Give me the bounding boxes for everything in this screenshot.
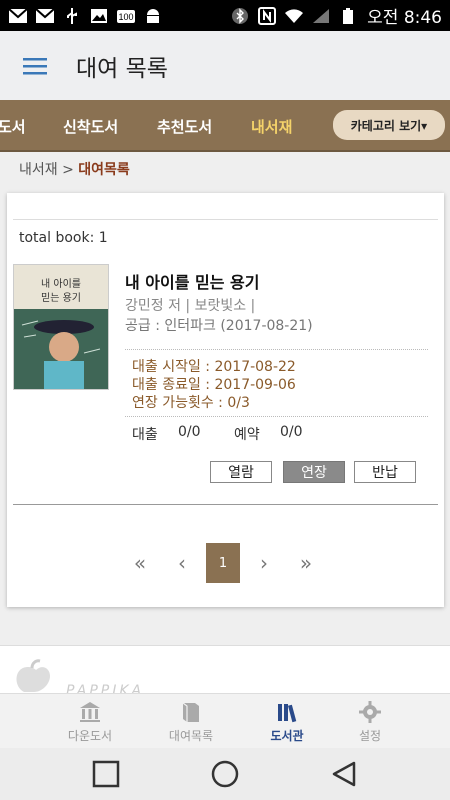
tab-downloads[interactable]: 다운도서 <box>50 694 130 749</box>
back-icon[interactable] <box>327 758 361 790</box>
tab-library[interactable]: 도서관 <box>247 694 327 749</box>
next-page-button[interactable]: › <box>247 543 281 583</box>
divider <box>125 349 428 350</box>
loan-reserve-counts: 대출 0/0 예약 0/0 <box>132 424 303 444</box>
pagination: « ‹ 1 › » <box>7 543 444 583</box>
app-bar: 대여 목록 <box>0 31 450 100</box>
category-item-my-library[interactable]: 내서재 <box>251 116 292 137</box>
usb-icon <box>62 7 82 25</box>
first-page-button[interactable]: « <box>123 543 157 583</box>
divider <box>13 504 438 505</box>
book-cover[interactable]: 내 아이를 믿는 용기 <box>13 264 109 390</box>
category-item-books[interactable]: 도서 <box>0 116 26 137</box>
tab-label: 도서관 <box>270 728 304 743</box>
breadcrumb-parent[interactable]: 내서재 <box>19 162 58 178</box>
return-button[interactable]: 반납 <box>354 461 416 483</box>
page-title: 대여 목록 <box>76 55 168 82</box>
divider <box>125 416 428 417</box>
rental-list-card: total book: 1 내 아이를 믿는 용기 내 아이를 믿는 용기 강민… <box>7 193 444 607</box>
loan-value: 0/0 <box>178 424 201 440</box>
loan-start-date: 대출 시작일 : 2017-08-22 <box>132 359 296 375</box>
svg-text:믿는 용기: 믿는 용기 <box>41 292 81 304</box>
bluetooth-icon <box>230 7 250 25</box>
tab-settings[interactable]: 설정 <box>330 694 410 749</box>
loan-end-date: 대출 종료일 : 2017-09-06 <box>132 377 296 393</box>
book-icon <box>182 702 199 722</box>
current-page[interactable]: 1 <box>206 543 240 583</box>
book-author-publisher: 강민정 저 | 보랏빛소 | <box>125 298 256 314</box>
wifi-icon <box>284 7 304 25</box>
nfc-icon <box>257 6 277 25</box>
loan-label: 대출 <box>132 427 158 443</box>
category-item-recommended[interactable]: 추천도서 <box>157 116 212 137</box>
book-title[interactable]: 내 아이를 믿는 용기 <box>125 269 259 293</box>
category-nav: 도서 신착도서 추천도서 내서재 카테고리 보기▾ <box>0 100 450 152</box>
tab-label: 설정 <box>358 728 382 743</box>
tab-label: 대여목록 <box>168 728 214 743</box>
pepper-logo-icon <box>12 658 54 692</box>
hamburger-icon[interactable] <box>5 31 65 100</box>
total-count: total book: 1 <box>19 230 108 246</box>
reserve-label: 예약 <box>234 427 260 443</box>
status-time: 오전 8:46 <box>367 8 442 28</box>
prev-page-button[interactable]: ‹ <box>165 543 199 583</box>
library-icon <box>80 701 100 722</box>
image-icon <box>89 7 109 25</box>
category-view-button[interactable]: 카테고리 보기▾ <box>333 110 445 140</box>
extend-button[interactable]: 연장 <box>283 461 345 483</box>
bottom-tab-bar: 다운도서 대여목록 도서관 설정 <box>0 693 450 749</box>
last-page-button[interactable]: » <box>289 543 323 583</box>
gmail-icon <box>8 7 28 25</box>
books-icon <box>278 703 297 722</box>
partner-banner[interactable]: PAPPIKA <box>0 645 450 699</box>
battery-icon <box>338 7 358 25</box>
svg-text:100: 100 <box>118 12 133 22</box>
signal-icon <box>311 7 331 25</box>
badge-100-icon: 100 <box>116 7 136 25</box>
extend-count: 연장 가능횟수 : 0/3 <box>132 395 250 411</box>
recent-apps-icon[interactable] <box>89 758 123 790</box>
breadcrumb: 내서재 > 대여목록 <box>19 159 130 179</box>
breadcrumb-current: 대여목록 <box>78 162 130 178</box>
android-icon <box>143 7 163 25</box>
home-icon[interactable] <box>208 758 242 790</box>
android-nav-bar <box>0 748 450 800</box>
gmail-icon <box>35 7 55 25</box>
category-item-new-books[interactable]: 신착도서 <box>63 116 118 137</box>
gear-icon <box>359 700 381 723</box>
divider <box>13 219 438 220</box>
book-supply: 공급 : 인터파크 (2017-08-21) <box>125 318 313 334</box>
tab-rental-list[interactable]: 대여목록 <box>151 694 231 749</box>
breadcrumb-separator: > <box>62 162 74 178</box>
tab-label: 다운도서 <box>67 728 113 743</box>
status-bar: 100 오전 8:46 <box>0 0 450 31</box>
svg-text:내 아이를: 내 아이를 <box>41 278 81 290</box>
reserve-value: 0/0 <box>280 424 303 440</box>
read-button[interactable]: 열람 <box>210 461 272 483</box>
